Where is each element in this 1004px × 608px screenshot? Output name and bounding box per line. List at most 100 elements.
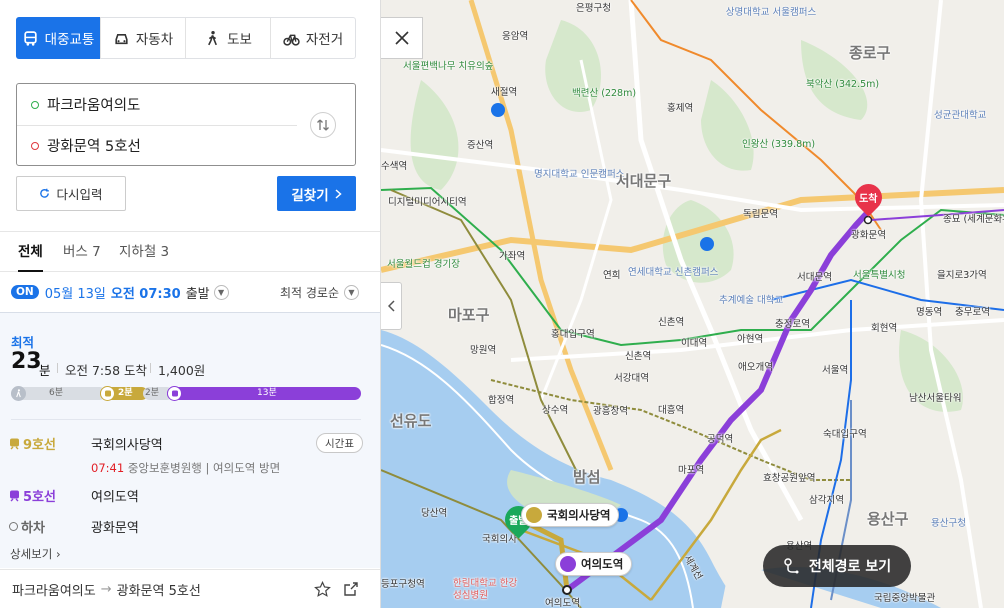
departure-row: ON 05월 13일 오전 07:30 출발 ▼ 최적 경로순 ▼: [0, 273, 380, 311]
map-label: 은평구청: [576, 3, 611, 14]
route-footer: 파크라움여의도 → 광화문역 5호선: [0, 569, 380, 608]
map-label: 용산구청: [931, 518, 966, 529]
leg-exit: 하차: [9, 517, 45, 536]
map-label: 연세대학교 신촌캠퍼스: [628, 267, 719, 278]
share-icon[interactable]: [343, 581, 359, 597]
tab-bicycle[interactable]: 자전거: [270, 18, 355, 58]
chevron-down-icon: ▼: [344, 284, 359, 300]
map-label: 광흥창역: [593, 406, 628, 417]
origin-field[interactable]: 파크라움여의도: [17, 84, 297, 125]
tab-all[interactable]: 전체: [18, 232, 43, 272]
map-label: 숙대입구역: [823, 429, 867, 440]
map-label: 밤섬: [573, 468, 601, 486]
map-label: 새절역: [491, 87, 518, 98]
swap-button[interactable]: [310, 112, 336, 138]
leg-line-label: 9호선: [23, 438, 56, 453]
chevron-left-icon: [387, 300, 395, 312]
segment-walk-label: 6분: [49, 388, 64, 398]
bus-icon: [23, 30, 37, 46]
map-label: 연희: [603, 270, 621, 281]
map-label: 당산역: [421, 508, 448, 519]
route-icon: [784, 558, 799, 574]
map-label: 이대역: [681, 338, 708, 349]
map-label: 충무로역: [955, 307, 990, 318]
map-label: 상명대학교 서울캠퍼스: [725, 7, 817, 18]
map-label: 종로구: [849, 44, 891, 62]
collapse-panel-button[interactable]: [381, 282, 402, 330]
close-button[interactable]: [381, 17, 423, 59]
map-label: 성균관대학교: [934, 110, 987, 121]
detail-link[interactable]: 상세보기 ›: [10, 546, 61, 562]
station-tag-assembly[interactable]: 국회의사당역: [521, 503, 620, 527]
tab-bicycle-label: 자전거: [305, 32, 344, 48]
map-label: 충정로역: [775, 319, 810, 330]
search-route-button[interactable]: 길찾기: [277, 176, 356, 211]
segment-bus-label: 2분: [118, 388, 133, 398]
map-label: 효창공원앞역: [763, 473, 816, 484]
sort-dropdown[interactable]: 최적 경로순 ▼: [280, 273, 359, 311]
map-label: 홍제역: [667, 103, 694, 114]
map-label: 백련산 (228m): [572, 88, 637, 99]
chevron-down-icon[interactable]: ▼: [213, 284, 229, 300]
departure-suffix: 출발: [185, 286, 210, 302]
departure-date[interactable]: 05월 13일: [45, 283, 106, 302]
fare: 1,400원: [158, 363, 206, 378]
on-badge[interactable]: ON: [11, 285, 39, 299]
next-arrival-info: 중앙보훈병원행 | 여의도역 방면: [127, 461, 281, 475]
map-label: 추계예술 대학교: [719, 295, 784, 306]
station-name: 여의도역: [581, 557, 624, 571]
subway-icon: [167, 386, 182, 401]
destination-field[interactable]: 광화문역 5호선: [17, 125, 297, 166]
subway-icon: [10, 490, 19, 501]
tab-walk[interactable]: 도보: [185, 18, 270, 58]
route-panel: 대중교통 자동차 도보 자전거 파크라움여의도 광화문역 5호선 다시입력 길찾…: [0, 0, 381, 608]
map-label: 망원역: [470, 345, 497, 356]
chevron-right-icon: [335, 188, 342, 199]
arrival-time: 오전 7:58 도착: [65, 363, 148, 378]
duration-unit: 분: [39, 363, 51, 378]
station-tag-yeouido[interactable]: 여의도역: [555, 552, 633, 576]
destination-dot-icon: [31, 141, 39, 150]
map-label: 서울편백나무 치유의숲: [403, 61, 494, 72]
map-label: 마포구: [448, 306, 490, 324]
map-label: 애오개역: [738, 362, 773, 373]
destination-pin[interactable]: 도착: [849, 178, 888, 217]
full-route-button[interactable]: 전체경로 보기: [763, 545, 911, 587]
station-name: 국회의사당역: [547, 508, 611, 522]
map-label: 대흥역: [658, 405, 685, 416]
leg-station-name: 광화문역: [91, 521, 139, 536]
timetable-button[interactable]: 시간표: [316, 433, 363, 453]
reset-button[interactable]: 다시입력: [16, 176, 126, 211]
map-label: 공덕역: [707, 434, 734, 445]
swap-icon: [317, 119, 329, 131]
duration-value: 23: [11, 349, 42, 374]
map-label: 서대문구: [616, 172, 672, 190]
map-label: 증산역: [467, 140, 494, 151]
leg-line-5: 5호선: [9, 486, 56, 505]
car-icon: [115, 33, 128, 44]
arrow-right-icon: →: [100, 581, 112, 597]
tab-car[interactable]: 자동차: [100, 18, 185, 58]
leg-line-9: 9호선: [9, 434, 56, 453]
leg-station-name: 여의도역: [91, 490, 139, 505]
pin-marker: 도착: [849, 178, 888, 217]
map-label: 여의도역: [545, 598, 580, 608]
sort-label: 최적 경로순: [279, 285, 339, 300]
map-label: 삼각지역: [809, 495, 844, 506]
map-label: 회현역: [871, 323, 898, 334]
map-label: 종묘 (세계문화유산): [943, 214, 1004, 225]
map-label: 을지로3가역: [937, 270, 987, 281]
tab-transit[interactable]: 대중교통: [16, 17, 100, 59]
map-label: 서울역: [822, 365, 849, 376]
map-label: 신촌역: [658, 317, 685, 328]
tab-bus[interactable]: 버스 7: [63, 232, 101, 272]
tab-subway[interactable]: 지하철 3: [119, 232, 169, 272]
star-icon[interactable]: [314, 581, 331, 598]
destination-text: 광화문역 5호선: [47, 139, 141, 155]
departure-time[interactable]: 오전 07:30: [111, 283, 181, 302]
map-view[interactable]: 은평구청 상명대학교 서울캠퍼스 종로구 응암역 서울편백나무 치유의숲 백련산…: [381, 0, 1004, 608]
route-card[interactable]: 최적 23 분 오전 7:58 도착 1,400원 6분 2분 2분 13분 9…: [0, 312, 380, 568]
subway-icon: [526, 507, 542, 523]
result-tabs: 전체 버스 7 지하철 3: [0, 232, 380, 272]
bicycle-icon: [283, 34, 300, 46]
